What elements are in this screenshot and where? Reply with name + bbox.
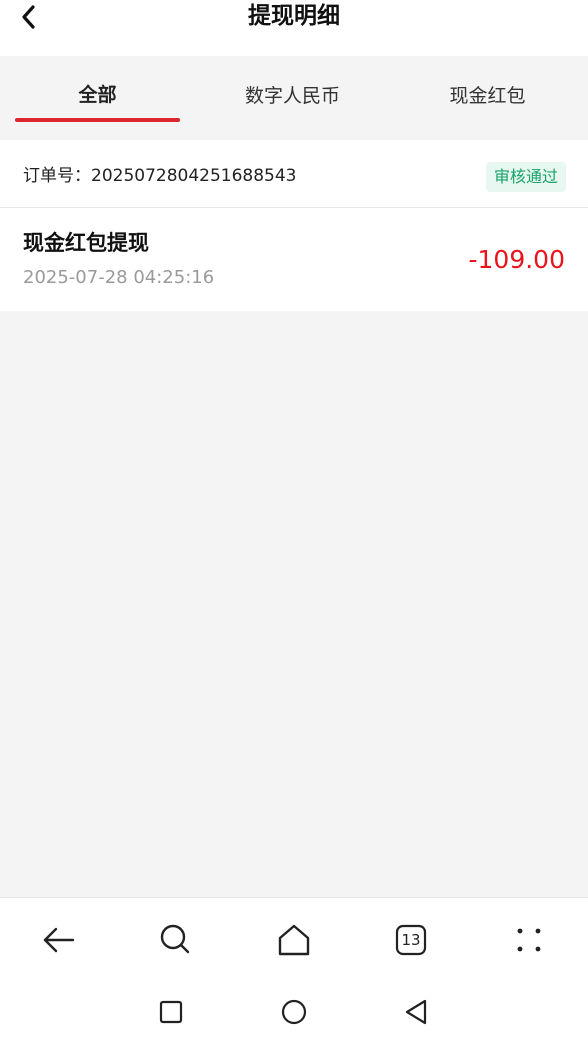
record-title: 现金红包提现 — [23, 231, 149, 255]
square-icon — [159, 1000, 183, 1024]
search-icon — [160, 924, 190, 954]
page-title: 提现明细 — [248, 3, 340, 29]
active-tab-indicator — [15, 118, 180, 122]
record-amount: -109.00 — [468, 245, 566, 274]
circle-icon — [281, 999, 307, 1025]
browser-toolbar: 13 — [0, 897, 588, 1043]
header-bar: 提现明细 — [0, 0, 588, 56]
withdrawal-record[interactable]: 订单号：2025072804251688543 审核通过 现金红包提现 2025… — [0, 140, 588, 311]
browser-home-button[interactable] — [270, 916, 318, 964]
order-row: 订单号：2025072804251688543 审核通过 — [0, 140, 588, 208]
system-back-button[interactable] — [396, 992, 436, 1032]
tab-digital-rmb[interactable]: 数字人民币 — [210, 56, 375, 140]
browser-tabs-button[interactable]: 13 — [387, 916, 435, 964]
status-badge: 审核通过 — [485, 162, 566, 192]
browser-back-button[interactable] — [35, 916, 83, 964]
more-dots-icon — [517, 928, 541, 952]
home-icon — [278, 924, 310, 956]
order-number: 订单号：2025072804251688543 — [23, 166, 297, 186]
browser-search-button[interactable] — [152, 916, 200, 964]
tab-all[interactable]: 全部 — [15, 56, 180, 140]
recent-apps-button[interactable] — [151, 992, 191, 1032]
triangle-back-icon — [405, 999, 427, 1025]
tab-count: 13 — [401, 931, 421, 949]
page: 提现明细 全部 数字人民币 现金红包 订单号：20250728042516885… — [0, 0, 588, 1043]
record-time: 2025-07-28 04:25:16 — [23, 267, 215, 288]
tab-cash-red-packet[interactable]: 现金红包 — [405, 56, 570, 140]
browser-menu-button[interactable] — [505, 916, 553, 964]
system-home-button[interactable] — [274, 992, 314, 1032]
tab-bar: 全部 数字人民币 现金红包 — [0, 56, 588, 140]
arrow-left-icon — [43, 927, 75, 953]
